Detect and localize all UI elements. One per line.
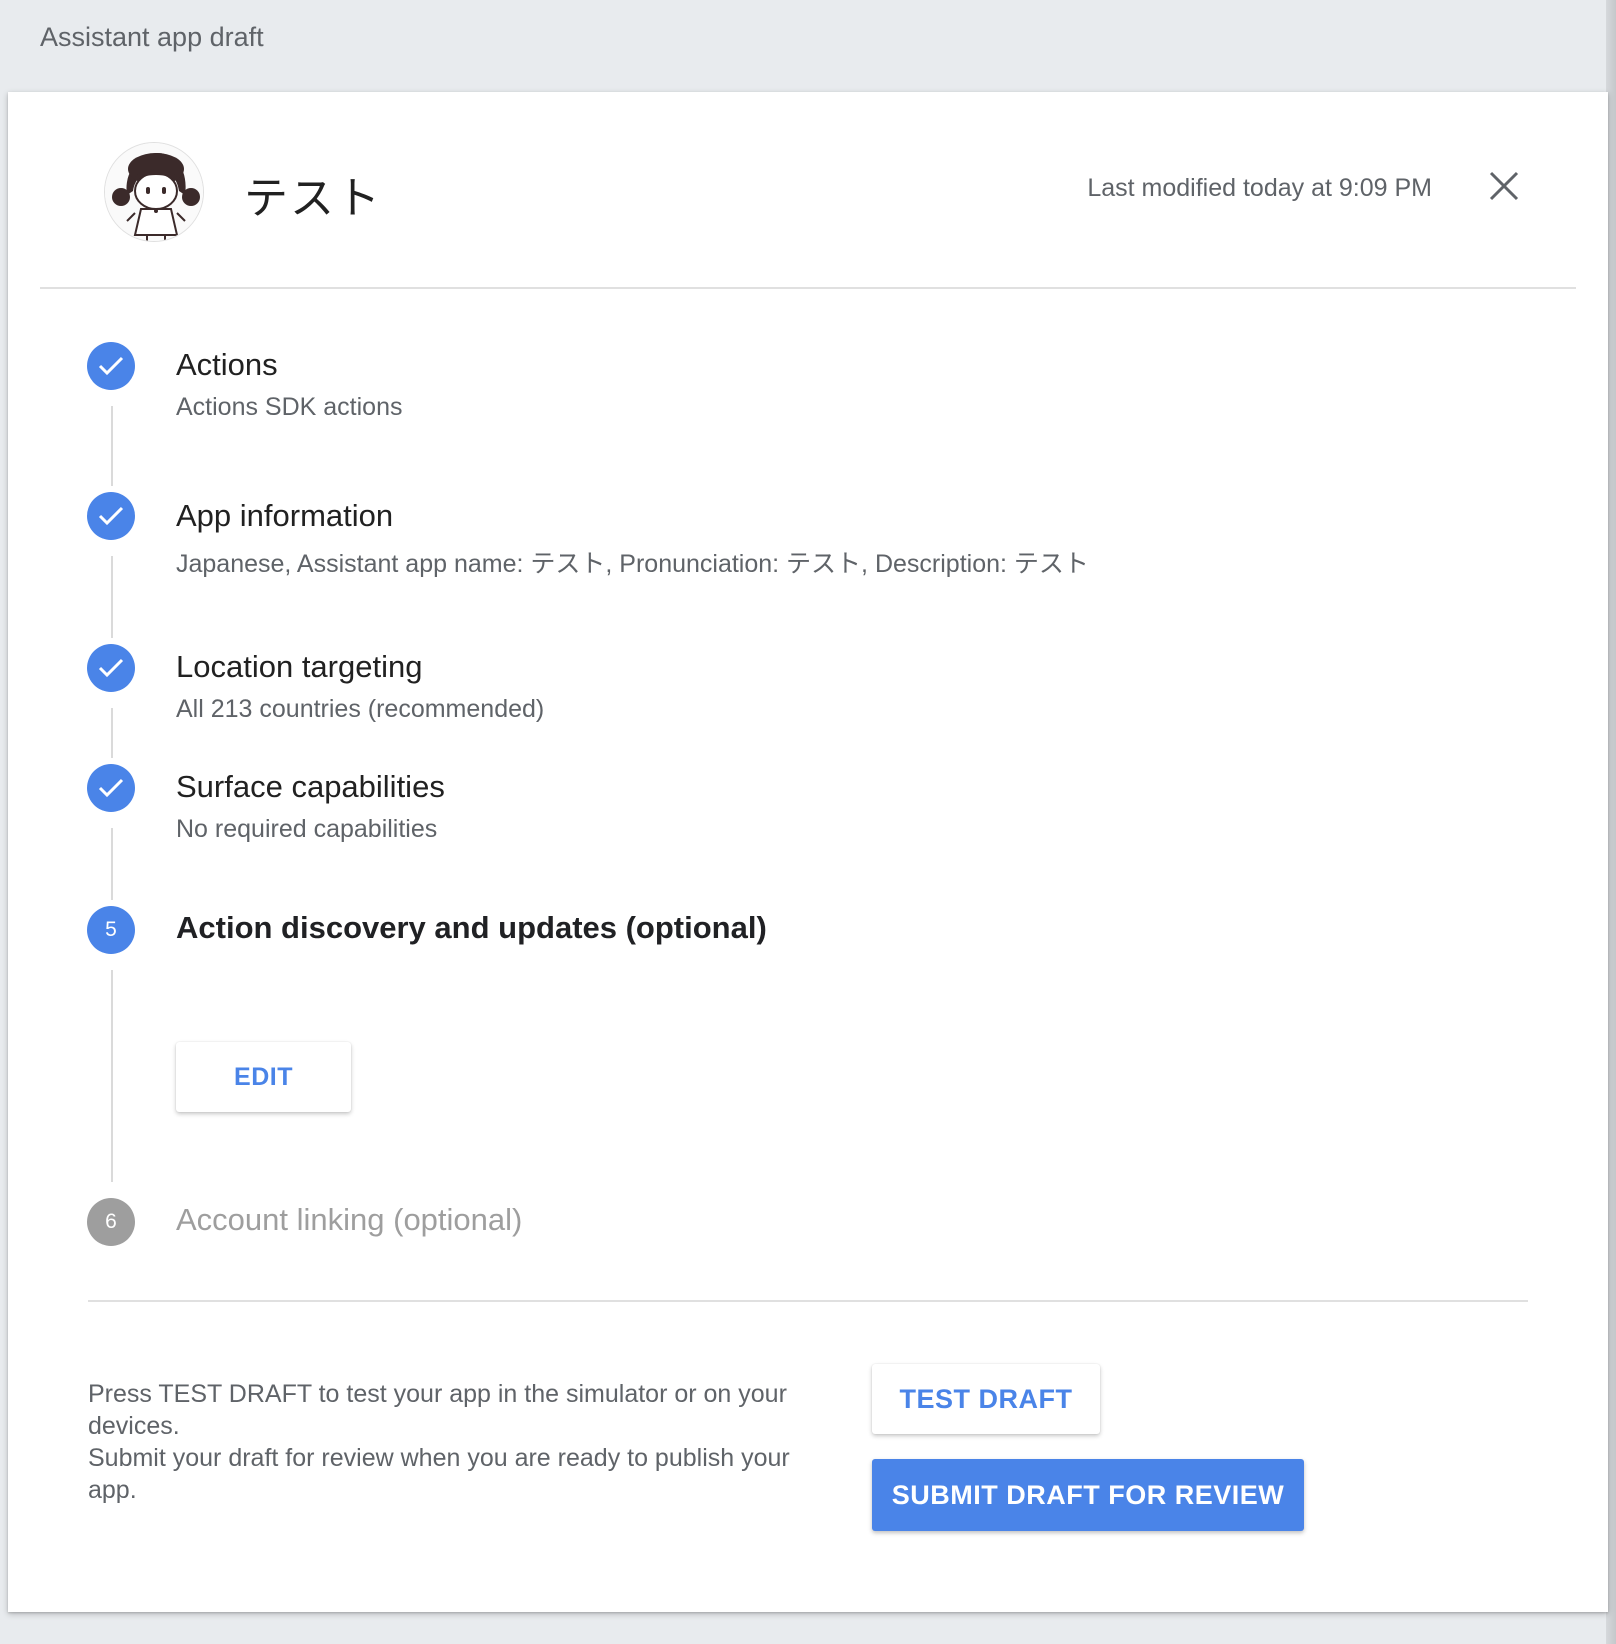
footer-instructions: Press TEST DRAFT to test your app in the… [88, 1378, 828, 1506]
app-name: テスト [244, 173, 382, 224]
step-3-title[interactable]: Location targeting [176, 649, 422, 685]
close-button[interactable] [1482, 164, 1526, 208]
step-connector [111, 556, 113, 638]
footer-line-2: Submit your draft for review when you ar… [88, 1444, 790, 1504]
step-connector [111, 708, 113, 758]
header-divider [40, 287, 1576, 289]
close-icon [1489, 171, 1519, 201]
edit-button[interactable]: EDIT [176, 1042, 351, 1112]
page-header: Assistant app draft [0, 0, 1616, 92]
step-2-check-icon [87, 492, 135, 540]
step-2-subtitle: Japanese, Assistant app name: テスト, Pronu… [176, 550, 1089, 578]
step-connector [111, 828, 113, 900]
step-1-check-icon [87, 342, 135, 390]
step-5-title[interactable]: Action discovery and updates (optional) [176, 910, 767, 946]
step-6-number-badge: 6 [87, 1198, 135, 1246]
step-3-subtitle: All 213 countries (recommended) [176, 695, 545, 723]
girl-character-avatar-icon [105, 143, 203, 241]
submit-draft-button[interactable]: SUBMIT DRAFT FOR REVIEW [872, 1459, 1304, 1531]
footer-line-1: Press TEST DRAFT to test your app in the… [88, 1380, 787, 1440]
step-1-subtitle: Actions SDK actions [176, 393, 403, 421]
test-draft-button[interactable]: TEST DRAFT [872, 1364, 1100, 1434]
step-2-title[interactable]: App information [176, 498, 393, 534]
step-4-subtitle: No required capabilities [176, 815, 438, 843]
last-modified-text: Last modified today at 9:09 PM [1087, 174, 1432, 202]
step-6-title[interactable]: Account linking (optional) [176, 1202, 522, 1238]
draft-card: テスト Last modified today at 9:09 PM Actio… [8, 92, 1608, 1612]
app-avatar [104, 142, 204, 242]
step-4-title[interactable]: Surface capabilities [176, 769, 445, 805]
step-connector [111, 406, 113, 486]
step-connector [111, 970, 113, 1182]
step-3-check-icon [87, 644, 135, 692]
footer-divider [88, 1300, 1528, 1302]
step-4-check-icon [87, 764, 135, 812]
page-title: Assistant app draft [40, 22, 264, 52]
step-5-number-badge: 5 [87, 906, 135, 954]
step-1-title[interactable]: Actions [176, 347, 278, 383]
